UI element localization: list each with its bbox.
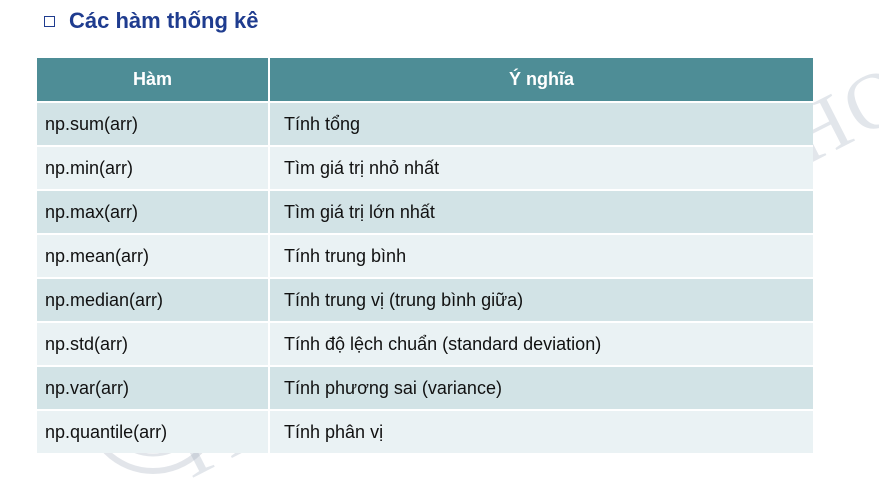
title-text: Các hàm thống kê [69,8,259,33]
stats-functions-table: Hàm Ý nghĩa np.sum(arr) Tính tổng np.min… [37,58,813,453]
meaning-cell: Tính tổng [269,101,813,146]
table-row: np.var(arr) Tính phương sai (variance) [37,365,813,410]
header-meaning: Ý nghĩa [269,58,813,102]
meaning-cell: Tính độ lệch chuẩn (standard deviation) [269,321,813,366]
meaning-cell: Tìm giá trị nhỏ nhất [269,145,813,190]
function-cell: np.sum(arr) [37,101,270,146]
table-row: np.mean(arr) Tính trung bình [37,233,813,278]
meaning-cell: Tính phân vị [269,409,813,453]
table-row: np.sum(arr) Tính tổng [37,101,813,146]
meaning-cell: Tìm giá trị lớn nhất [269,189,813,234]
function-cell: np.var(arr) [37,365,270,410]
function-cell: np.max(arr) [37,189,270,234]
table-row: np.min(arr) Tìm giá trị nhỏ nhất [37,145,813,190]
square-bullet-icon [44,15,55,27]
slide-title: Các hàm thống kê [44,6,258,36]
function-cell: np.median(arr) [37,277,270,322]
function-cell: np.min(arr) [37,145,270,190]
header-function: Hàm [37,58,270,102]
meaning-cell: Tính phương sai (variance) [269,365,813,410]
table-header-row: Hàm Ý nghĩa [37,58,813,102]
function-cell: np.std(arr) [37,321,270,366]
table-row: np.median(arr) Tính trung vị (trung bình… [37,277,813,322]
meaning-cell: Tính trung vị (trung bình giữa) [269,277,813,322]
function-cell: np.quantile(arr) [37,409,270,453]
function-cell: np.mean(arr) [37,233,270,278]
table-row: np.quantile(arr) Tính phân vị [37,409,813,453]
table-row: np.max(arr) Tìm giá trị lớn nhất [37,189,813,234]
table-row: np.std(arr) Tính độ lệch chuẩn (standard… [37,321,813,366]
meaning-cell: Tính trung bình [269,233,813,278]
